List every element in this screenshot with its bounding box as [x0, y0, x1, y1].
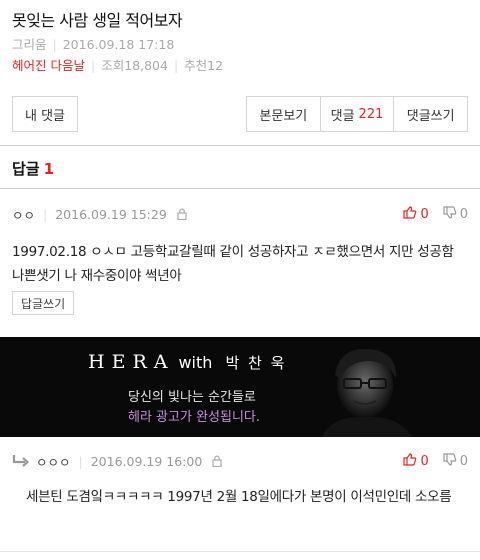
post-author[interactable]: 그리움 [12, 37, 47, 52]
lock-icon [177, 208, 187, 221]
thumbs-up-icon [403, 452, 417, 470]
ad-brand: HERA with 박 찬 욱 [88, 351, 286, 373]
ad-person: 박 찬 욱 [225, 354, 287, 372]
dislike-button[interactable]: 0 [443, 452, 468, 470]
dislike-count: 0 [459, 206, 468, 222]
comment-date: 2016.09.19 15:29 [55, 206, 167, 222]
reply-label: 답글 [12, 160, 40, 178]
divider [0, 188, 480, 189]
post-views: 조회18,804 [101, 58, 168, 73]
post-recommends: 추천12 [184, 58, 224, 73]
action-bar: 내 댓글 본문보기 댓글 221 댓글쓰기 [12, 96, 468, 132]
comment-meta: ㅇㅇㅇ | 2016.09.19 16:00 [12, 451, 222, 471]
thumbs-down-icon [443, 205, 457, 223]
divider [0, 551, 480, 552]
comments-tab-label: 댓글 [330, 108, 355, 124]
comment-text: 세븐틴 도겸잌ㅋㅋㅋㅋㅋ 1997년 2월 18일에다가 본명이 이석민인데 소… [26, 489, 452, 505]
comment-meta: ㅇㅇ | 2016.09.19 15:29 [12, 204, 187, 224]
ad-with: with [178, 353, 213, 372]
dislike-count: 0 [459, 453, 468, 469]
comment-nick[interactable]: ㅇㅇ [12, 205, 35, 224]
reply-write-button[interactable]: 답글쓰기 [12, 291, 75, 315]
comment-text: 1997.02.18 ㅇㅅㅁ 고등학교갈릴때 같이 성공하자고 ㅈㄹ했으면서 지… [12, 244, 454, 284]
like-button[interactable]: 0 [403, 452, 429, 470]
thumbs-up-icon [403, 205, 417, 223]
comments-tab-button[interactable]: 댓글 221 [321, 97, 395, 131]
post-stats: 헤어진 다음날 | 조회18,804 | 추천12 [12, 58, 224, 73]
thumbs-down-icon [443, 452, 457, 470]
post-meta: 그리움 | 2016.09.18 17:18 [12, 37, 175, 52]
my-comments-button[interactable]: 내 댓글 [12, 96, 78, 132]
like-count: 0 [420, 453, 429, 469]
view-toggle-group: 본문보기 댓글 221 댓글쓰기 [246, 96, 468, 132]
ad-tagline-2: 헤라 광고가 완성됩니다. [128, 410, 260, 425]
reply-arrow-icon [12, 454, 30, 468]
ad-portrait-image [310, 345, 420, 437]
comment-nick[interactable]: ㅇㅇㅇ [36, 452, 71, 471]
post-header: 못잊는 사람 생일 적어보자 그리움 | 2016.09.18 17:18 헤어진 … [12, 8, 472, 76]
divider [0, 145, 480, 146]
like-count: 0 [420, 206, 429, 222]
lock-icon [212, 455, 222, 468]
comment-date: 2016.09.19 16:00 [90, 453, 203, 469]
comment-votes: 0 0 [389, 204, 468, 224]
ad-brand-name: HERA [88, 351, 175, 373]
reply-count: 1 [43, 160, 55, 178]
ad-tagline-1: 당신의 빛나는 순간들로 [128, 390, 256, 405]
post-date: 2016.09.18 17:18 [62, 37, 175, 52]
post-title: 못잊는 사람 생일 적어보자 [12, 11, 183, 30]
view-post-button[interactable]: 본문보기 [247, 97, 321, 131]
comment-votes: 0 0 [389, 451, 468, 471]
dislike-button[interactable]: 0 [443, 205, 468, 223]
comment-count: 221 [358, 106, 384, 122]
write-comment-button[interactable]: 댓글쓰기 [394, 97, 467, 131]
reply-section-header: 답글 1 [12, 158, 54, 179]
post-category[interactable]: 헤어진 다음날 [12, 58, 85, 73]
like-button[interactable]: 0 [403, 205, 429, 223]
ad-banner[interactable]: HERA with 박 찬 욱 당신의 빛나는 순간들로 헤라 광고가 완성됩니다… [0, 337, 480, 437]
